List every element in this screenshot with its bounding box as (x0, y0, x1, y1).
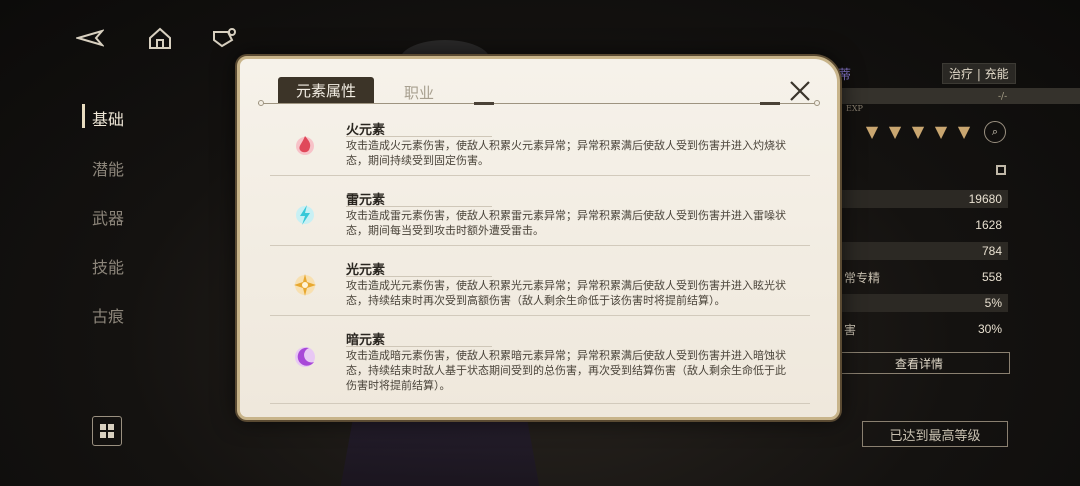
stat-row: 784 (838, 242, 1008, 260)
rank-stars: ▼ ▼ ▼ ▼ ▼ (862, 122, 974, 144)
dark-element-icon (292, 344, 318, 370)
divider-segment (760, 102, 780, 105)
tab-element-attributes[interactable]: 元素属性 (278, 77, 374, 104)
stat-row: 19680 (838, 190, 1008, 208)
exp-bar (838, 88, 1080, 104)
chat-icon[interactable] (210, 26, 238, 50)
element-row-fire: 火元素 攻击造成火元素伤害，使敌人积累火元素异常；异常积累满后使敌人受到伤害并进… (270, 114, 810, 176)
star-icon: ▼ (865, 122, 879, 141)
close-icon[interactable] (786, 77, 814, 105)
grid-menu-button[interactable] (92, 416, 122, 446)
element-description: 攻击造成光元素伤害，使敌人积累光元素异常；异常积累满后使敌人受到伤害并进入眩光状… (346, 279, 786, 307)
home-icon[interactable] (146, 26, 174, 50)
light-element-icon (292, 272, 318, 298)
element-description: 攻击造成暗元素伤害，使敌人积累暗元素异常；异常积累满后使敌人受到伤害并进入暗蚀状… (346, 349, 786, 392)
stat-row: 常专精 558 (844, 270, 1002, 285)
stat-row: 5% (838, 294, 1008, 312)
magnify-icon[interactable]: ⌕ (984, 121, 1006, 143)
side-item-basics[interactable]: 基础 (92, 106, 124, 130)
divider-dot (258, 100, 264, 106)
side-item-ancient-marks[interactable]: 古痕 (92, 303, 124, 327)
element-row-dark: 暗元素 攻击造成暗元素伤害，使敌人积累暗元素异常；异常积累满后使敌人受到伤害并进… (270, 324, 810, 404)
back-arrow-icon[interactable] (74, 26, 105, 50)
max-level-button[interactable]: 已达到最高等级 (862, 421, 1008, 447)
element-name-underline (346, 136, 492, 137)
fire-element-icon (292, 132, 318, 158)
exp-label: EXP (846, 104, 863, 113)
tab-class[interactable]: 职业 (404, 82, 434, 103)
side-item-potential[interactable]: 潜能 (92, 156, 124, 180)
element-row-thunder: 雷元素 攻击造成雷元素伤害，使敌人积累雷元素异常；异常积累满后使敌人受到伤害并进… (270, 184, 810, 246)
side-item-weapon[interactable]: 武器 (92, 205, 124, 229)
element-row-light: 光元素 攻击造成光元素伤害，使敌人积累光元素异常；异常积累满后使敌人受到伤害并进… (270, 254, 810, 316)
stat-row: 害 30% (844, 322, 1002, 337)
element-name-underline (346, 206, 492, 207)
star-icon: ▼ (957, 122, 971, 141)
element-name-underline (346, 276, 492, 277)
role-badge: 治疗 | 充能 (942, 63, 1016, 84)
star-icon: ▼ (934, 122, 948, 141)
side-menu-active-indicator (82, 104, 85, 128)
grid-icon (100, 424, 114, 438)
exp-value: -/- (998, 92, 1008, 102)
element-description: 攻击造成雷元素伤害，使敌人积累雷元素异常；异常积累满后使敌人受到伤害并进入雷噪状… (346, 209, 786, 237)
stat-row: 1628 (975, 218, 1002, 232)
star-icon: ▼ (911, 122, 925, 141)
element-description: 攻击造成火元素伤害，使敌人积累火元素异常；异常积累满后使敌人受到伤害并进入灼烧状… (346, 139, 786, 167)
divider-segment (474, 102, 494, 105)
thunder-element-icon (292, 202, 318, 228)
divider-dot (814, 100, 820, 106)
star-icon: ▼ (888, 122, 902, 141)
element-name-underline (346, 346, 492, 347)
side-item-skills[interactable]: 技能 (92, 254, 124, 278)
view-details-button[interactable]: 查看详情 (828, 352, 1010, 374)
copy-icon[interactable] (996, 165, 1006, 175)
tab-divider (258, 103, 818, 104)
